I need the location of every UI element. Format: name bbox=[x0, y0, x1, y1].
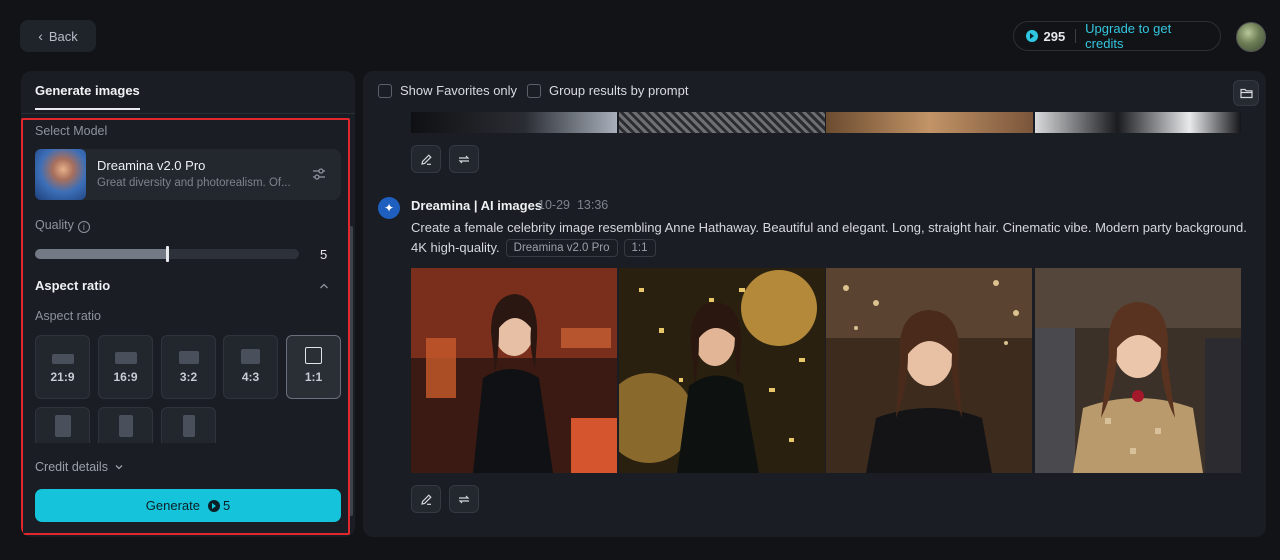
portrait-image bbox=[411, 268, 617, 473]
ratio-9-16-icon bbox=[182, 414, 195, 437]
ratio-4-3-button[interactable]: 4:3 bbox=[223, 335, 278, 399]
panel-divider bbox=[21, 113, 355, 114]
portrait-image bbox=[1035, 268, 1241, 473]
message-timestamp: 10-29 13:36 bbox=[538, 198, 608, 212]
credit-details-label: Credit details bbox=[35, 460, 108, 474]
generate-button[interactable]: Generate 5 bbox=[35, 489, 341, 522]
pencil-icon bbox=[420, 153, 432, 165]
model-description: Great diversity and photorealism. Of... bbox=[97, 177, 291, 189]
previous-result-image[interactable] bbox=[1035, 112, 1241, 133]
chevron-down-icon bbox=[115, 465, 123, 470]
ratio-tag: 1:1 bbox=[623, 239, 656, 257]
ratio-3-2-icon bbox=[178, 351, 199, 364]
ratio-16-9-icon bbox=[114, 352, 137, 364]
model-tag: Dreamina v2.0 Pro bbox=[505, 239, 618, 257]
ratio-4-3-icon bbox=[241, 349, 260, 364]
ratio-label: 16:9 bbox=[113, 370, 138, 384]
result-image-2[interactable] bbox=[619, 268, 825, 473]
info-icon[interactable]: i bbox=[77, 221, 90, 233]
ratio-21-9-icon bbox=[51, 354, 74, 364]
aspect-ratio-label: Aspect ratio bbox=[35, 309, 102, 323]
show-favorites-checkbox[interactable] bbox=[378, 83, 392, 98]
ratio-21-9-button[interactable]: 21:9 bbox=[35, 335, 90, 399]
regenerate-button[interactable] bbox=[449, 145, 479, 173]
dreamina-logo-icon: ✦ bbox=[378, 197, 400, 219]
generate-cost: 5 bbox=[207, 498, 231, 513]
quality-value: 5 bbox=[320, 247, 328, 262]
credit-coin-icon bbox=[207, 499, 220, 512]
regenerate-button[interactable] bbox=[449, 485, 479, 513]
ratio-3-4-button[interactable] bbox=[35, 407, 90, 443]
ratio-9-16-button[interactable] bbox=[161, 407, 216, 443]
sliders-icon[interactable] bbox=[311, 166, 327, 182]
ratio-3-2-button[interactable]: 3:2 bbox=[161, 335, 216, 399]
ratio-label: 1:1 bbox=[304, 370, 323, 384]
model-selector[interactable]: Dreamina v2.0 Pro Great diversity and ph… bbox=[35, 149, 341, 200]
select-model-label: Select Model bbox=[35, 124, 108, 138]
folder-button[interactable] bbox=[1233, 80, 1259, 106]
model-thumbnail bbox=[35, 149, 86, 200]
generate-panel: Generate images Select Model Dreamina v2… bbox=[21, 71, 355, 537]
message-time: 13:36 bbox=[576, 198, 609, 212]
portrait-image bbox=[826, 268, 1032, 473]
show-favorites-label: Show Favorites only bbox=[400, 83, 518, 98]
quality-slider[interactable] bbox=[35, 246, 299, 262]
ratio-16-9-button[interactable]: 16:9 bbox=[98, 335, 153, 399]
bot-name: Dreamina | AI images bbox=[411, 198, 543, 213]
message-date: 10-29 bbox=[538, 198, 570, 212]
result-image-1[interactable] bbox=[411, 268, 617, 473]
ratio-1-1-icon bbox=[305, 347, 322, 364]
show-favorites-toggle[interactable]: Show Favorites only bbox=[378, 83, 517, 98]
group-by-prompt-toggle[interactable]: Group results by prompt bbox=[527, 83, 688, 98]
group-by-prompt-label: Group results by prompt bbox=[549, 83, 689, 98]
prompt-text: Create a female celebrity image resembli… bbox=[411, 218, 1251, 258]
regenerate-icon bbox=[458, 495, 470, 503]
previous-result-image[interactable] bbox=[411, 112, 617, 133]
portrait-image bbox=[619, 268, 825, 473]
ratio-1-1-button[interactable]: 1:1 bbox=[286, 335, 341, 399]
tab-generate-images[interactable]: Generate images bbox=[35, 83, 140, 110]
back-label: Back bbox=[48, 28, 78, 44]
credits-pill[interactable]: 295 Upgrade to get credits bbox=[1013, 21, 1221, 51]
ratio-2-3-button[interactable] bbox=[98, 407, 153, 443]
ratio-3-4-icon bbox=[54, 414, 71, 437]
back-button[interactable]: ‹ Back bbox=[20, 20, 96, 52]
results-panel: Show Favorites only Group results by pro… bbox=[363, 71, 1266, 537]
credit-count: 295 bbox=[1043, 28, 1066, 44]
chevron-left-icon: ‹ bbox=[38, 28, 43, 44]
quality-slider-fill bbox=[35, 249, 167, 259]
ratio-label: 3:2 bbox=[179, 370, 198, 384]
generate-cost-value: 5 bbox=[222, 498, 231, 513]
aspect-ratio-header[interactable]: Aspect ratio bbox=[35, 278, 110, 293]
ratio-label: 21:9 bbox=[50, 370, 75, 384]
edit-button[interactable] bbox=[411, 145, 441, 173]
quality-slider-thumb[interactable] bbox=[166, 246, 169, 262]
group-by-prompt-checkbox[interactable] bbox=[527, 83, 541, 98]
previous-result-image[interactable] bbox=[619, 112, 825, 133]
ratio-label: 4:3 bbox=[241, 370, 260, 384]
chevron-up-icon[interactable] bbox=[318, 280, 330, 292]
pencil-icon bbox=[420, 493, 432, 505]
credit-coin-icon bbox=[1026, 30, 1038, 42]
user-avatar[interactable] bbox=[1236, 22, 1266, 52]
edit-button[interactable] bbox=[411, 485, 441, 513]
previous-result-image[interactable] bbox=[826, 112, 1033, 133]
generate-label: Generate bbox=[145, 498, 200, 513]
credit-details-toggle[interactable]: Credit details bbox=[35, 460, 124, 474]
result-image-3[interactable] bbox=[826, 268, 1032, 473]
pill-divider bbox=[1075, 29, 1077, 43]
result-image-4[interactable] bbox=[1035, 268, 1241, 473]
folder-icon bbox=[1239, 88, 1253, 99]
model-name: Dreamina v2.0 Pro bbox=[97, 158, 206, 173]
upgrade-link[interactable]: Upgrade to get credits bbox=[1085, 21, 1208, 51]
quality-label: Quality i bbox=[35, 218, 90, 233]
regenerate-icon bbox=[458, 155, 470, 163]
ratio-2-3-icon bbox=[118, 414, 133, 437]
panel-scrollbar[interactable] bbox=[349, 226, 353, 516]
quality-label-text: Quality bbox=[35, 218, 74, 232]
